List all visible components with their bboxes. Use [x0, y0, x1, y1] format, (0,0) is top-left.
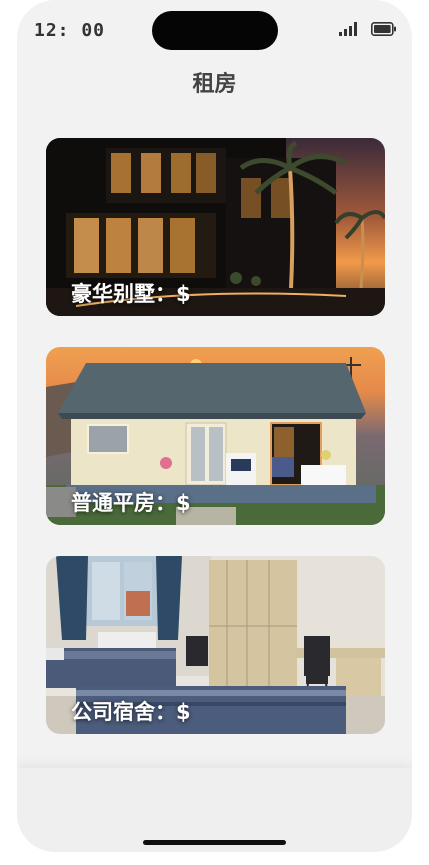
card-label: 豪华别墅：$ [71, 282, 191, 306]
battery-icon [371, 22, 396, 36]
bottom-bar [17, 768, 412, 852]
card-label: 普通平房：$ [71, 491, 191, 515]
card-label: 公司宿舍：$ [71, 700, 191, 724]
page-title: 租房 [192, 72, 237, 97]
dynamic-island [152, 11, 278, 50]
card-bungalow[interactable]: 普通平房：$ [46, 347, 385, 525]
home-indicator[interactable] [143, 840, 286, 845]
signal-icon [339, 22, 357, 36]
card-luxury-villa[interactable]: 豪华别墅：$ [46, 138, 385, 316]
card-dormitory[interactable]: 公司宿舍：$ [46, 556, 385, 734]
status-time: 12: 00 [34, 20, 106, 41]
phone-screen: 12: 00 租房 豪华别墅：$ 普通平房：$ 公司宿舍：$ [17, 0, 412, 852]
status-bar: 12: 00 [17, 0, 412, 60]
